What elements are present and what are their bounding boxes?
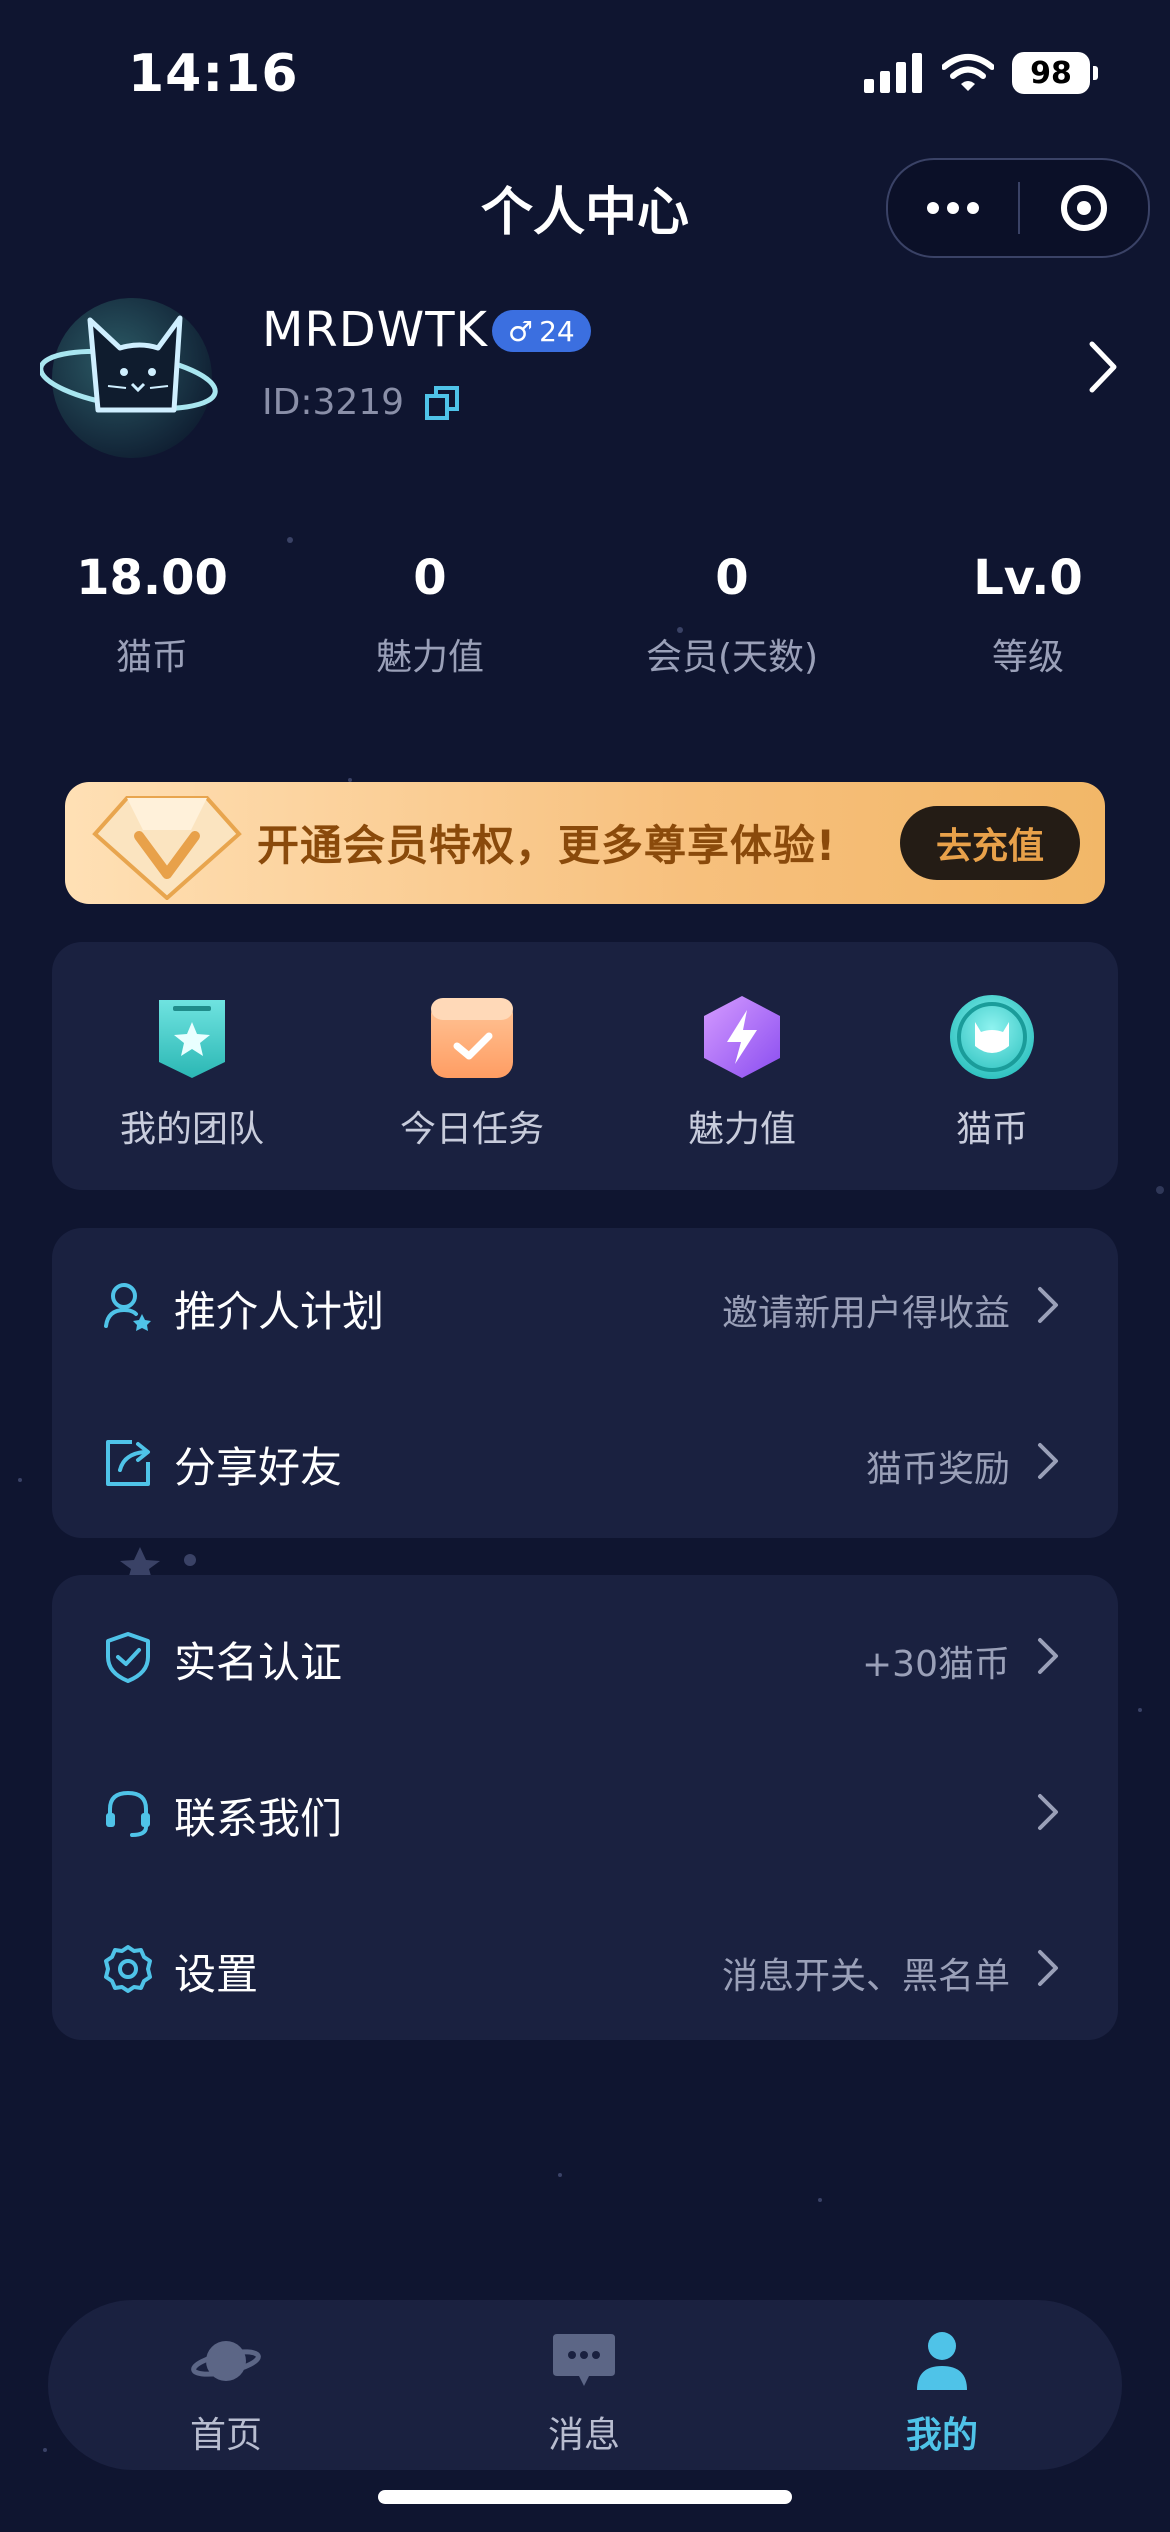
tab-label: 消息 [547, 2415, 620, 2456]
stat-level[interactable]: Lv.0 等级 [908, 550, 1148, 680]
menu-row-label: 推介人计划 [174, 1287, 385, 1336]
status-bar: 14:16 98 [0, 0, 1170, 150]
quick-actions-card: 我的团队 今日任务 魅力值 猫币 [52, 942, 1118, 1190]
menu-row-hint: 猫币奖励 [865, 1449, 1010, 1490]
tab-label: 我的 [905, 2415, 978, 2456]
chat-icon [553, 2334, 615, 2386]
more-button[interactable] [888, 160, 1018, 256]
male-icon: ♂ [508, 314, 534, 348]
menu-row-settings[interactable]: 设置 消息开关、黑名单 [52, 1917, 1118, 2017]
recharge-button[interactable]: 去充值 [900, 806, 1080, 880]
stat-charm[interactable]: 0 魅力值 [310, 550, 550, 680]
menu-row-contact[interactable]: 联系我们 [52, 1761, 1118, 1861]
planet-icon [191, 2341, 261, 2381]
menu-row-label: 分享好友 [174, 1443, 343, 1492]
menu-row-verification[interactable]: 实名认证 +30猫币 [52, 1605, 1118, 1705]
status-time: 14:16 [128, 44, 299, 104]
chevron-right-icon [1038, 1638, 1058, 1674]
menu-row-label: 设置 [174, 1950, 259, 1999]
chevron-right-icon [1038, 1950, 1058, 1986]
person-icon [917, 2332, 967, 2390]
vip-diamond-icon [92, 796, 242, 900]
user-id: ID:3219 [262, 382, 405, 423]
stat-label: 魅力值 [375, 637, 484, 678]
menu-row-referral[interactable]: 推介人计划 邀请新用户得收益 [52, 1254, 1118, 1354]
menu-row-hint: 消息开关、黑名单 [721, 1956, 1010, 1997]
charm-icon [704, 996, 780, 1078]
chevron-right-icon [1038, 1794, 1058, 1830]
menu-group-account: 实名认证 +30猫币 联系我们 设置 消息开关、黑名单 [52, 1575, 1118, 2040]
signal-icon [864, 53, 922, 93]
quick-item-team[interactable]: 我的团队 [92, 992, 292, 1152]
vip-banner-text: 开通会员特权，更多尊享体验! [257, 821, 837, 870]
gender-age-badge: ♂ 24 [492, 310, 591, 352]
menu-row-hint: +30猫币 [862, 1644, 1010, 1685]
chevron-right-icon [1038, 1443, 1058, 1479]
stat-member-days[interactable]: 0 会员(天数) [612, 550, 852, 680]
quick-item-charm[interactable]: 魅力值 [642, 992, 842, 1152]
headset-icon [106, 1790, 150, 1837]
stats-row: 18.00 猫币 0 魅力值 0 会员(天数) Lv.0 等级 [0, 550, 1170, 690]
stat-value: 0 [715, 550, 749, 606]
tab-mine[interactable]: 我的 [842, 2330, 1042, 2458]
task-icon [431, 998, 513, 1078]
gear-icon [104, 1945, 152, 1993]
stat-value: Lv.0 [973, 550, 1083, 606]
stat-value: 0 [413, 550, 447, 606]
menu-row-hint: 邀请新用户得收益 [721, 1293, 1010, 1334]
shield-check-icon [106, 1632, 150, 1683]
chevron-right-icon [1089, 341, 1117, 393]
status-icons: 98 [864, 52, 1098, 94]
stat-label: 等级 [991, 637, 1064, 678]
mini-program-capsule [886, 158, 1150, 258]
stat-value: 18.00 [76, 550, 228, 606]
menu-row-label: 实名认证 [174, 1638, 343, 1687]
team-badge-icon [159, 1000, 225, 1078]
profile-header[interactable]: MRDWTK ♂ 24 ID:3219 [40, 290, 1140, 470]
quick-item-label: 我的团队 [119, 1109, 264, 1150]
stat-coins[interactable]: 18.00 猫币 [32, 550, 272, 680]
close-button[interactable] [1020, 160, 1148, 256]
target-icon [1061, 185, 1107, 231]
tab-messages[interactable]: 消息 [484, 2330, 684, 2458]
age-label: 24 [539, 314, 575, 348]
chevron-right-icon [1038, 1287, 1058, 1323]
avatar [40, 298, 218, 458]
cat-coin-icon [950, 995, 1034, 1079]
copy-icon[interactable] [424, 385, 460, 421]
tab-label: 首页 [189, 2415, 262, 2456]
quick-item-coin[interactable]: 猫币 [892, 992, 1092, 1152]
vip-banner[interactable]: 开通会员特权，更多尊享体验! 去充值 [65, 782, 1105, 904]
referral-user-icon [104, 1283, 151, 1331]
share-icon [106, 1440, 150, 1486]
stat-label: 会员(天数) [645, 637, 819, 678]
menu-group-referral: 推介人计划 邀请新用户得收益 分享好友 猫币奖励 [52, 1228, 1118, 1538]
user-id-row: ID:3219 [262, 382, 460, 423]
tab-home[interactable]: 首页 [126, 2330, 326, 2458]
wifi-icon [942, 54, 994, 91]
quick-item-label: 今日任务 [399, 1109, 544, 1150]
quick-item-task[interactable]: 今日任务 [372, 992, 572, 1152]
home-indicator [378, 2490, 792, 2504]
battery-indicator: 98 [1012, 52, 1098, 94]
stat-label: 猫币 [115, 637, 188, 678]
menu-row-share[interactable]: 分享好友 猫币奖励 [52, 1410, 1118, 1510]
bottom-tab-bar: 首页 消息 我的 [48, 2300, 1122, 2470]
menu-row-label: 联系我们 [174, 1794, 343, 1843]
quick-item-label: 魅力值 [687, 1109, 796, 1150]
quick-item-label: 猫币 [955, 1109, 1028, 1150]
username: MRDWTK [262, 302, 488, 358]
